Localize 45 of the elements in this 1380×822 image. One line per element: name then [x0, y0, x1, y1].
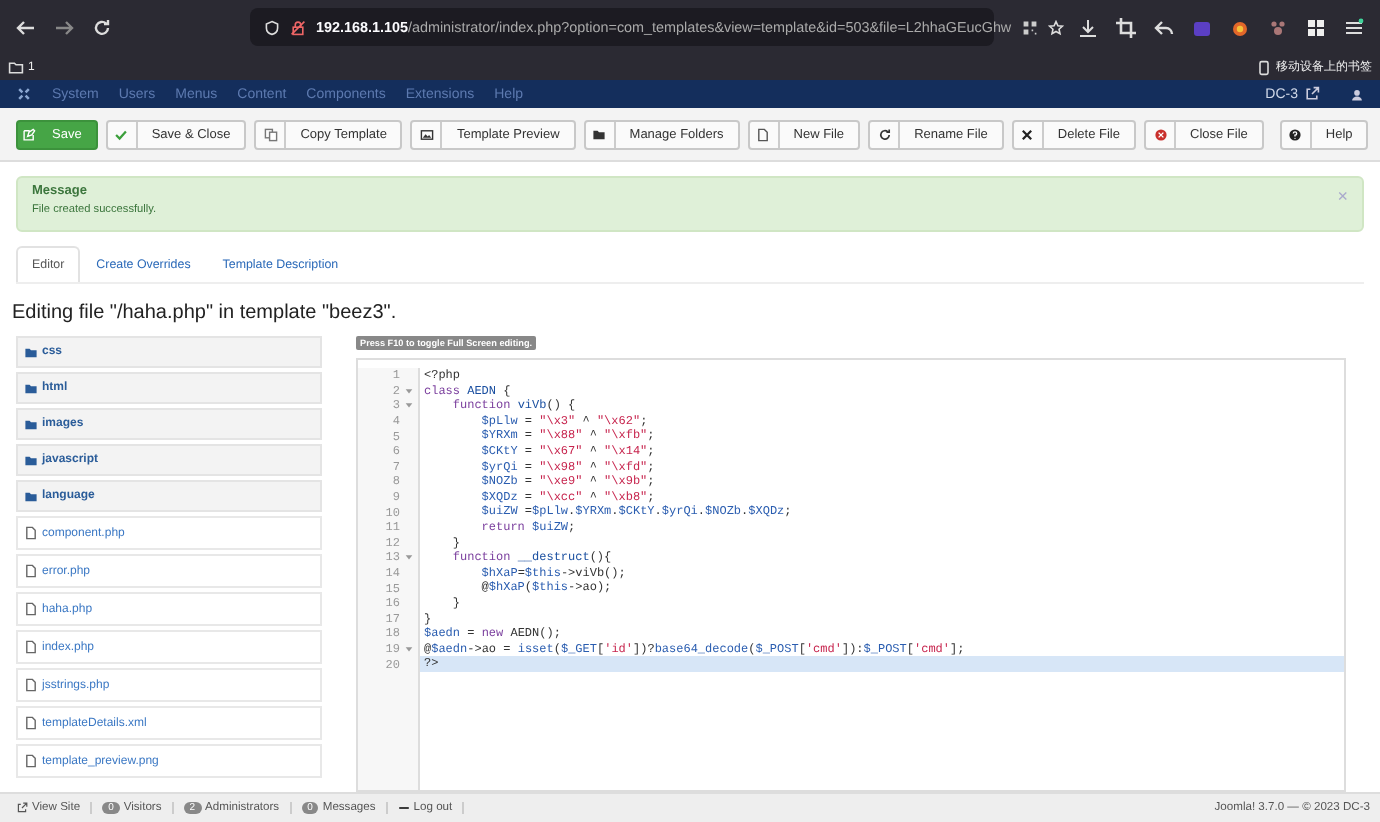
check-icon — [114, 127, 129, 141]
folder-icon — [24, 381, 38, 395]
external-link-icon[interactable] — [1304, 86, 1320, 102]
image-icon — [419, 127, 434, 141]
crop-icon[interactable] — [1116, 17, 1136, 37]
file-icon — [24, 754, 38, 768]
copy-icon — [263, 127, 278, 141]
forward-icon[interactable] — [54, 17, 74, 37]
star-icon[interactable] — [1047, 19, 1064, 35]
refresh-icon — [877, 127, 892, 141]
file-icon — [24, 602, 38, 616]
shield-icon — [264, 19, 280, 35]
file-icon — [24, 678, 38, 692]
file-icon — [24, 640, 38, 654]
folder-icon — [24, 417, 38, 431]
minus-icon — [397, 802, 410, 814]
undo-icon[interactable] — [1154, 17, 1174, 37]
file-icon — [24, 526, 38, 540]
phone-icon — [1256, 59, 1272, 75]
lock-icon — [290, 19, 306, 35]
file-icon — [756, 127, 771, 141]
close-icon — [1153, 127, 1167, 141]
help-icon — [1288, 127, 1303, 141]
cross-icon — [1020, 127, 1035, 141]
file-icon — [24, 564, 38, 578]
file-icon — [24, 716, 38, 730]
fold-arrow-icon[interactable] — [404, 643, 414, 654]
download-icon[interactable] — [1078, 17, 1098, 37]
qr-code-icon[interactable] — [1021, 19, 1038, 35]
edit-icon — [21, 127, 35, 141]
menu-icon[interactable] — [1344, 17, 1364, 37]
fold-arrow-icon[interactable] — [404, 552, 414, 563]
back-icon[interactable] — [16, 17, 36, 37]
folder-icon — [592, 127, 607, 141]
page-heading: Editing file "/haha.php" in template "beez3". — [12, 302, 399, 324]
folder-icon — [8, 59, 24, 75]
folder-icon — [24, 453, 38, 467]
folder-icon — [24, 489, 38, 503]
paw-icon[interactable] — [1268, 17, 1288, 37]
external-link-icon — [16, 802, 28, 814]
user-icon[interactable] — [1350, 87, 1364, 101]
joomla-logo-icon[interactable] — [16, 86, 32, 102]
grid-icon[interactable] — [1306, 17, 1326, 37]
folder-icon — [24, 345, 38, 359]
reload-icon[interactable] — [92, 17, 112, 37]
